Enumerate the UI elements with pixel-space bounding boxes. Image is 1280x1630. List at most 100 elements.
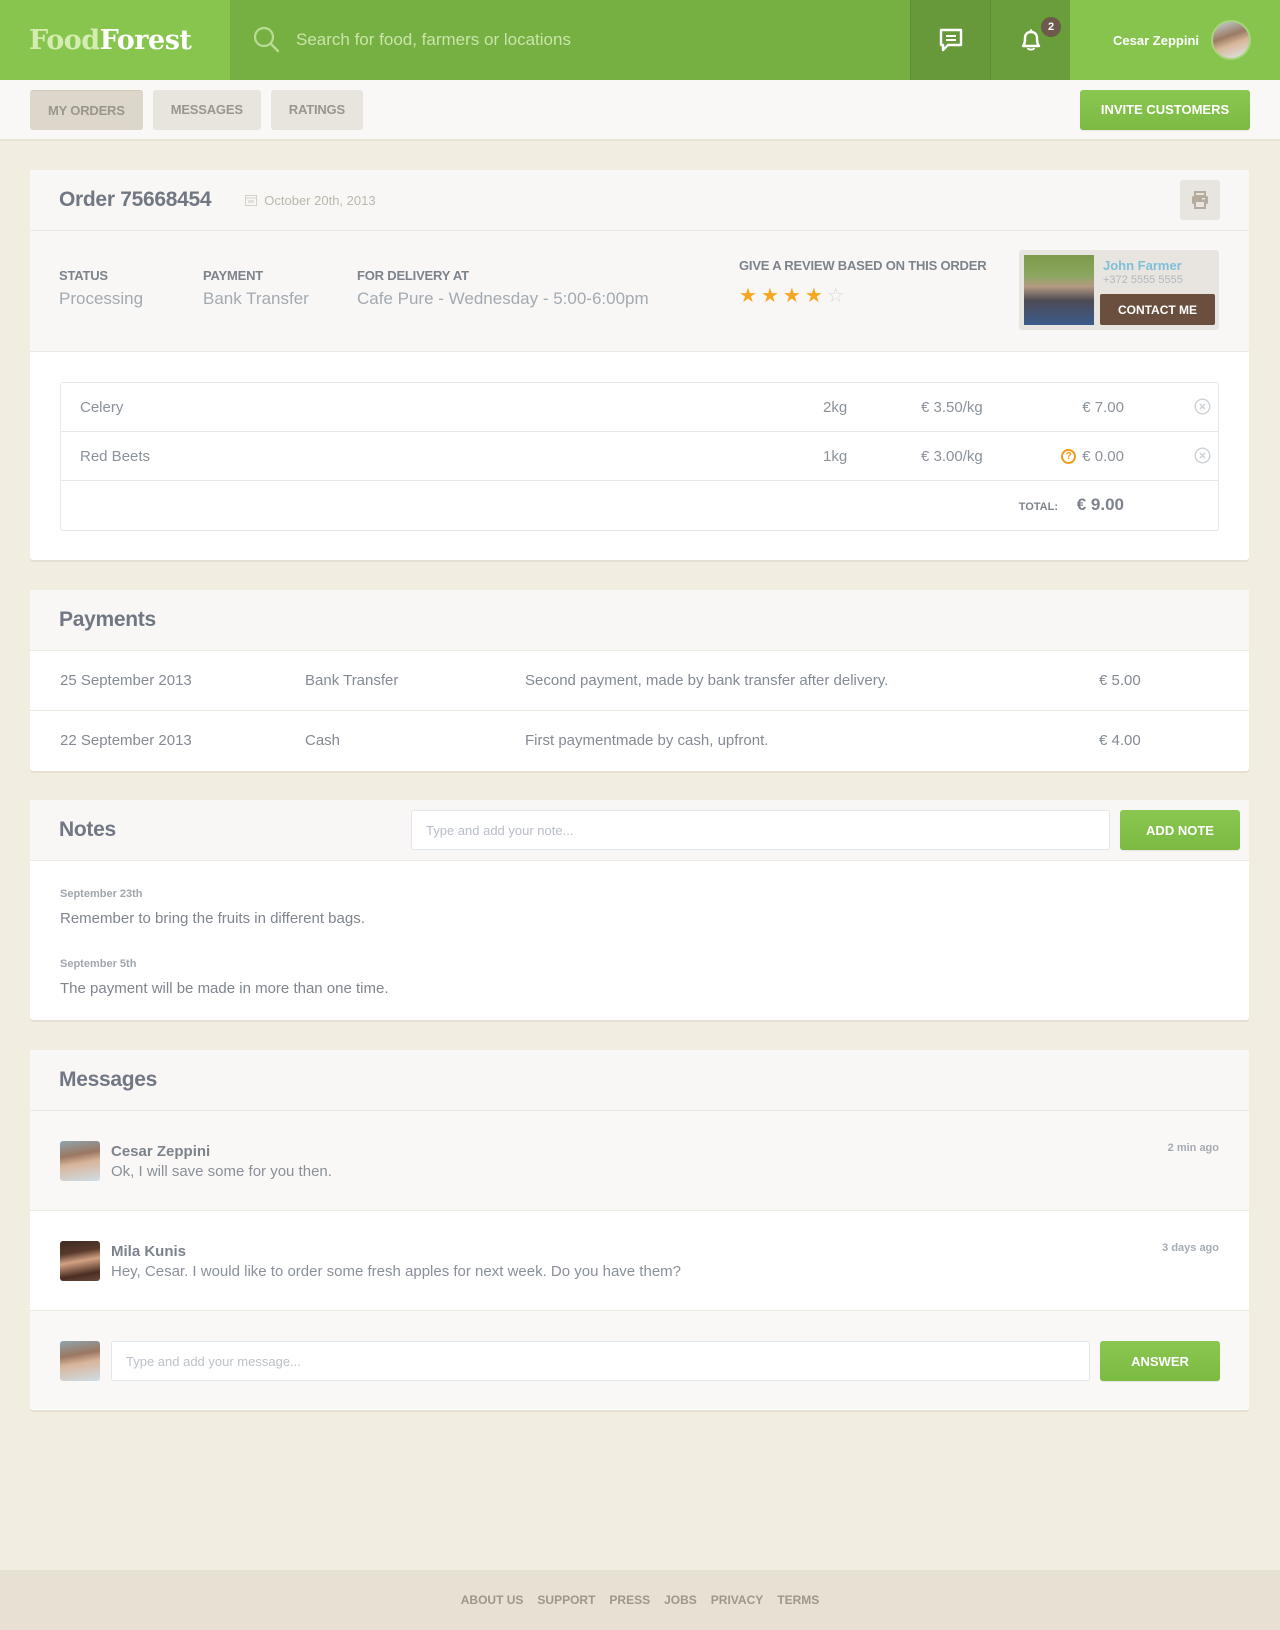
item-total-text: € 7.00	[1082, 399, 1124, 416]
user-menu[interactable]: Cesar Zeppini	[1070, 0, 1280, 80]
notes-title: Notes	[59, 818, 116, 841]
tab-messages[interactable]: MESSAGES	[152, 89, 261, 130]
top-header: FoodForest 2 Cesar Zeppini	[0, 0, 1280, 80]
total-label: TOTAL:	[1018, 501, 1058, 513]
star-filled-icon[interactable]: ★	[805, 286, 823, 306]
farmer-name[interactable]: John Farmer	[1103, 258, 1182, 273]
calendar-icon	[245, 195, 258, 206]
question-icon[interactable]: ?	[1061, 449, 1077, 464]
sub-navigation: MY ORDERS MESSAGES RATINGS INVITE CUSTOM…	[0, 80, 1280, 141]
messages-card: Messages Cesar Zeppini Ok, I will save s…	[30, 1050, 1249, 1410]
payment-date: 25 September 2013	[60, 672, 192, 689]
table-row: 25 September 2013 Bank Transfer Second p…	[30, 651, 1249, 711]
message-time: 2 min ago	[1167, 1142, 1219, 1154]
order-card: Order 75668454 October 20th, 2013 STATUS…	[30, 170, 1249, 560]
message-input[interactable]	[111, 1341, 1090, 1381]
order-items-table: Celery 2kg € 3.50/kg € 7.00 Red Beets 1k…	[60, 382, 1219, 531]
remove-item-button[interactable]	[1194, 398, 1211, 419]
message-item: Cesar Zeppini Ok, I will save some for y…	[30, 1111, 1249, 1211]
payment-label: PAYMENT	[203, 268, 264, 283]
footer-link-about[interactable]: ABOUT US	[461, 1593, 524, 1607]
answer-button[interactable]: ANSWER	[1100, 1341, 1220, 1381]
messages-button[interactable]	[910, 0, 990, 80]
print-button[interactable]	[1180, 180, 1220, 220]
message-author: Mila Kunis	[111, 1243, 187, 1260]
item-quantity: 1kg	[823, 448, 848, 465]
close-circle-icon	[1194, 447, 1211, 464]
avatar	[60, 1141, 100, 1181]
order-date-text: October 20th, 2013	[264, 192, 376, 208]
note-item: September 5th The payment will be made i…	[60, 958, 389, 997]
chat-icon	[939, 28, 962, 52]
star-filled-icon[interactable]: ★	[783, 286, 801, 306]
footer-link-terms[interactable]: TERMS	[777, 1593, 819, 1607]
avatar	[60, 1241, 100, 1281]
footer-link-jobs[interactable]: JOBS	[664, 1593, 697, 1607]
notifications-button[interactable]: 2	[990, 0, 1070, 80]
item-name: Celery	[80, 399, 124, 416]
tab-ratings[interactable]: RATINGS	[270, 89, 363, 130]
payment-amount: € 4.00	[1099, 732, 1141, 749]
footer-link-support[interactable]: SUPPORT	[537, 1593, 595, 1607]
note-text: The payment will be made in more than on…	[60, 980, 389, 997]
payment-description: Second payment, made by bank transfer af…	[525, 672, 889, 689]
payment-value: Bank Transfer	[203, 289, 309, 308]
note-input[interactable]	[411, 810, 1110, 850]
payments-card: Payments 25 September 2013 Bank Transfer…	[30, 590, 1249, 771]
star-filled-icon[interactable]: ★	[739, 286, 757, 306]
status-label: STATUS	[59, 268, 108, 283]
logo-part-food: Food	[29, 24, 100, 56]
review-section: GIVE A REVIEW BASED ON THIS ORDER ★ ★ ★ ★ ☆	[739, 258, 987, 306]
item-total: € 7.00	[1082, 399, 1124, 416]
notes-card: Notes ADD NOTE September 23th Remember t…	[30, 800, 1249, 1020]
farmer-card: John Farmer +372 5555 5555 CONTACT ME	[1019, 250, 1219, 330]
item-total-text: € 0.00	[1082, 448, 1124, 465]
payments-title: Payments	[59, 608, 156, 631]
payment-description: First paymentmade by cash, upfront.	[525, 732, 769, 749]
star-filled-icon[interactable]: ★	[761, 286, 779, 306]
note-text: Remember to bring the fruits in differen…	[60, 910, 365, 927]
search-bar	[230, 0, 910, 80]
search-icon	[253, 26, 280, 53]
payment-amount: € 5.00	[1099, 672, 1141, 689]
footer-link-press[interactable]: PRESS	[609, 1593, 650, 1607]
star-empty-icon[interactable]: ☆	[827, 286, 845, 306]
note-item: September 23th Remember to bring the fru…	[60, 888, 365, 927]
message-author: Cesar Zeppini	[111, 1143, 211, 1160]
footer-link-privacy[interactable]: PRIVACY	[711, 1593, 763, 1607]
status-value: Processing	[59, 289, 144, 308]
user-avatar	[1211, 20, 1251, 60]
logo[interactable]: Food Forest	[0, 0, 230, 80]
payment-date: 22 September 2013	[60, 732, 192, 749]
logo-part-forest: Forest	[99, 24, 192, 56]
review-label: GIVE A REVIEW BASED ON THIS ORDER	[739, 258, 987, 273]
item-unit-price: € 3.00/kg	[921, 448, 983, 465]
status-field: STATUS Processing	[59, 268, 143, 309]
notes-header: Notes ADD NOTE	[30, 800, 1249, 861]
search-input[interactable]	[296, 30, 856, 50]
messages-header: Messages	[30, 1050, 1249, 1111]
total-value: € 9.00	[1076, 495, 1124, 514]
table-row: Celery 2kg € 3.50/kg € 7.00	[61, 383, 1218, 432]
tab-my-orders[interactable]: MY ORDERS	[30, 89, 143, 130]
order-title: Order 75668454	[59, 188, 212, 211]
item-name: Red Beets	[80, 448, 151, 465]
add-note-button[interactable]: ADD NOTE	[1120, 810, 1240, 850]
delivery-field: FOR DELIVERY AT Cafe Pure - Wednesday - …	[357, 268, 649, 309]
message-item: Mila Kunis Hey, Cesar. I would like to o…	[30, 1211, 1249, 1311]
total-row: TOTAL: € 9.00	[61, 481, 1218, 529]
remove-item-button[interactable]	[1194, 447, 1211, 468]
star-rating[interactable]: ★ ★ ★ ★ ☆	[739, 286, 986, 306]
payment-method: Cash	[305, 732, 341, 749]
delivery-value: Cafe Pure - Wednesday - 5:00-6:00pm	[357, 289, 649, 308]
table-row: 22 September 2013 Cash First paymentmade…	[30, 711, 1249, 771]
message-time: 3 days ago	[1162, 1242, 1219, 1254]
invite-customers-button[interactable]: INVITE CUSTOMERS	[1080, 89, 1250, 130]
contact-me-button[interactable]: CONTACT ME	[1100, 294, 1215, 325]
delivery-label: FOR DELIVERY AT	[357, 268, 469, 283]
payment-field: PAYMENT Bank Transfer	[203, 268, 309, 309]
payment-method: Bank Transfer	[305, 672, 399, 689]
order-header: Order 75668454 October 20th, 2013	[30, 170, 1249, 231]
reply-area: ANSWER	[30, 1311, 1249, 1409]
farmer-phone: +372 5555 5555	[1103, 274, 1183, 286]
